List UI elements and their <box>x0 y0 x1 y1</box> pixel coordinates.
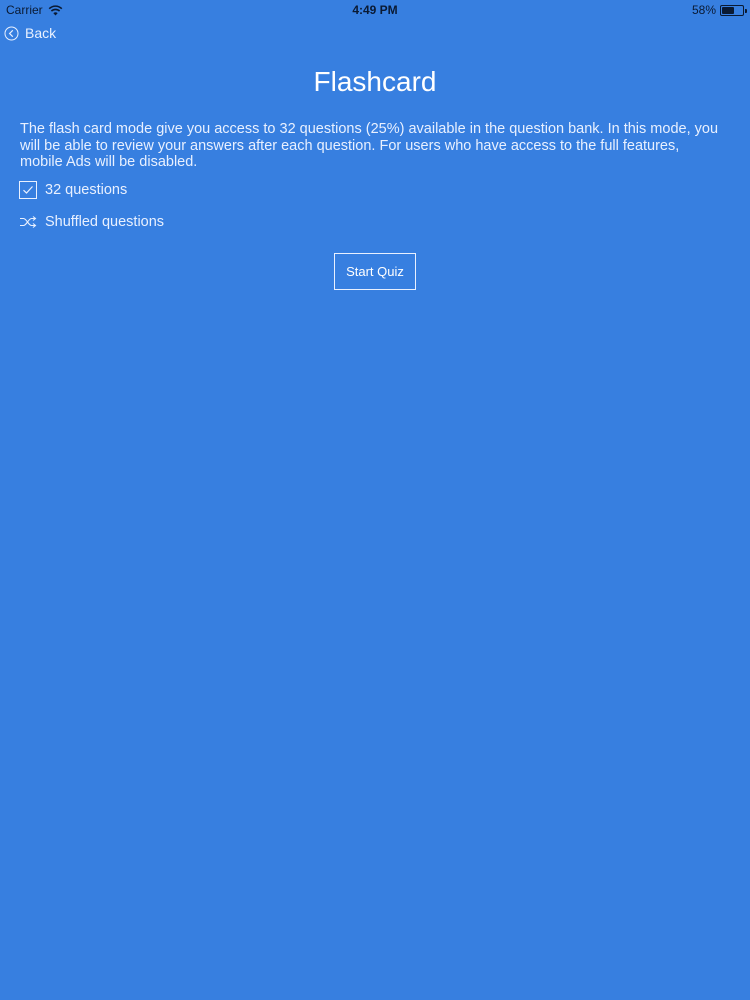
status-time: 4:49 PM <box>352 3 398 17</box>
shuffled-option[interactable]: Shuffled questions <box>19 214 164 230</box>
back-button[interactable]: Back <box>4 25 56 41</box>
mode-description: The flash card mode give you access to 3… <box>20 121 719 170</box>
battery-icon <box>720 4 747 16</box>
questions-label: 32 questions <box>45 182 128 198</box>
status-right: 58% <box>691 3 747 17</box>
battery-fill <box>722 6 734 14</box>
chevron-left-circle-icon <box>4 26 19 41</box>
checkbox-checked-icon[interactable] <box>19 181 37 199</box>
page-title: Flashcard <box>313 66 437 97</box>
back-label: Back <box>25 25 57 41</box>
status-bar: Carrier 4:49 PM 58% <box>0 0 750 20</box>
battery-nub <box>745 8 747 13</box>
start-quiz-button[interactable]: Start Quiz <box>334 253 416 290</box>
shuffle-icon[interactable] <box>19 215 37 229</box>
shuffled-label: Shuffled questions <box>45 214 165 230</box>
questions-option[interactable]: 32 questions <box>19 181 127 199</box>
battery-percent: 58% <box>691 3 716 17</box>
